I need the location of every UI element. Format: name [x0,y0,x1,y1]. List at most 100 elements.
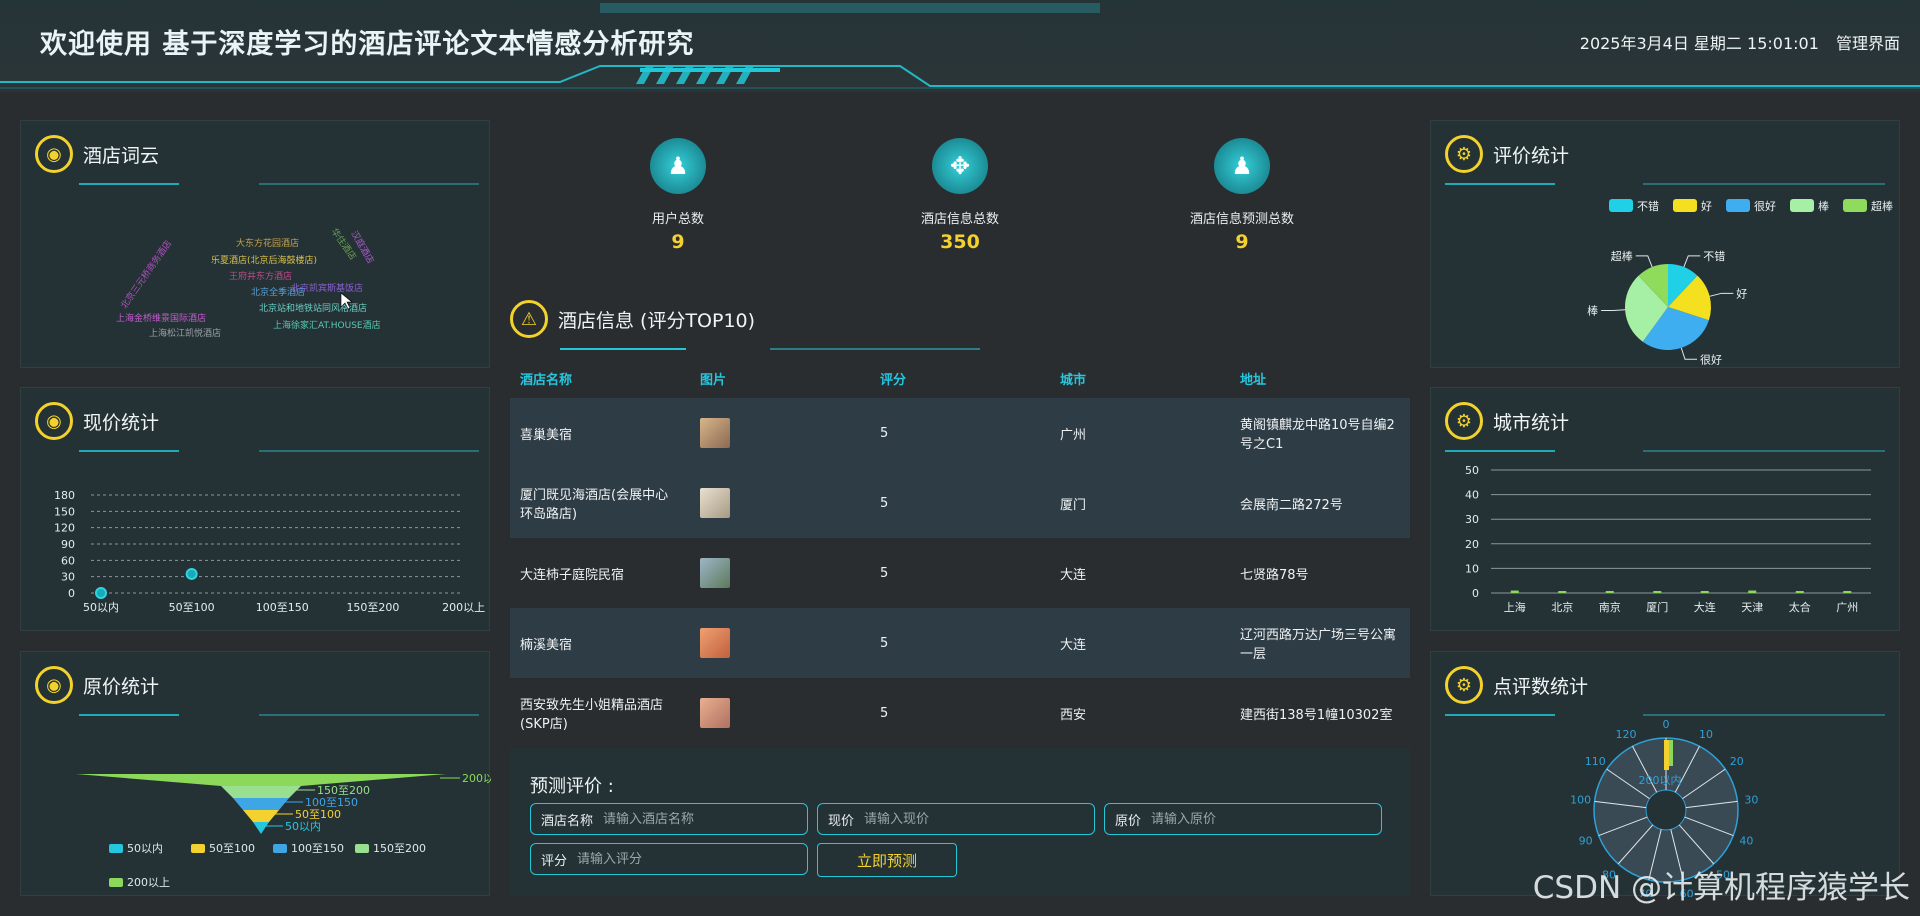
polar-angle-label: 20 [1730,755,1744,768]
hotel-thumbnail[interactable] [700,698,730,728]
stat-hotels-value: 350 [940,231,980,253]
table-row[interactable]: 大连柿子庭院民宿 5 大连 七贤路78号 [510,538,1410,608]
legend-label: 200以上 [127,876,170,889]
hotel-info-header: ⚠ 酒店信息 (评分TOP10) [510,300,755,338]
legend-label: 棒 [1818,199,1829,213]
admin-link[interactable]: 管理界面 [1836,34,1900,53]
polar-bar [1669,740,1673,766]
bar [1510,590,1519,593]
legend-label: 50以内 [127,841,163,855]
score-field: 评分 [530,843,808,875]
hotel-name: 喜巢美宿 [510,398,690,468]
predict-button[interactable]: 立即预测 [817,843,957,877]
user-icon: ♟ [1214,138,1270,194]
word-0: 大东方花园酒店 [236,237,299,249]
wordcloud-chart: 大东方花园酒店 乐夏酒店(北京后海鼓楼店) 王府井东方酒店 北京全季酒店 北京凯… [116,226,381,339]
legend-label: 超棒 [1871,199,1893,213]
legend-label: 不错 [1637,199,1659,213]
current-datetime: 2025年3月4日 星期二 15:01:01 [1579,34,1819,53]
col-image: 图片 [700,372,727,388]
legend-label: 好 [1701,199,1712,213]
original-price-panel: ◉ 原价统计 200以上150至200100至15050至10050以内50以内… [20,651,491,896]
word-6: 上海金桥维景国际酒店 [116,312,206,324]
bar [1653,591,1662,593]
hotel-address: 七贤路78号 [1240,567,1309,583]
current-price-input[interactable] [864,811,1045,827]
polar-angle-label: 90 [1579,834,1593,847]
page-title: 欢迎使用 基于深度学习的酒店评论文本情感分析研究 [40,29,695,60]
hotel-address: 会展南二路272号 [1230,468,1410,538]
score-input[interactable] [577,851,758,867]
hotel-name: 厦门既见海酒店(会展中心环岛路店) [510,468,690,538]
funnel-segment [243,810,279,822]
original-price-input[interactable] [1151,811,1332,827]
original-price-label: 原价 [1115,813,1142,829]
table-row[interactable]: 喜巢美宿 5 广州 黄阁镇麒龙中路10号自编2号之C1 [510,398,1410,468]
hotel-city: 西安 [1060,707,1087,723]
x-tick-label: 100至150 [256,601,309,614]
funnel-segment [221,786,301,798]
table-row[interactable]: 西安致先生小姐精品酒店(SKP店) 5 西安 建西街138号1幢10302室 [510,678,1410,748]
y-tick-label: 40 [1465,489,1479,502]
hotel-city: 广州 [1050,398,1230,468]
y-tick-label: 50 [1465,464,1479,477]
funnel-segment [253,822,269,834]
pie-label-line [1601,309,1626,311]
funnel-segment [76,774,446,786]
hotel-address: 黄阁镇麒龙中路10号自编2号之C1 [1230,398,1410,468]
polar-center-label: 200以内 [1639,773,1682,787]
current-price-chart: 0 30 60 90 120 150 180 50以内 50至100 100至150 150至200… [54,489,485,614]
original-price-field: 原价 [1104,803,1382,835]
review-count-chart: 0102030405060708090100110120200以内 [1570,718,1758,897]
table-row[interactable]: 厦门既见海酒店(会展中心环岛路店) 5 厦门 会展南二路272号 [510,468,1410,538]
rating-panel: ⚙ 评价统计 不错好很好棒超棒 不错好很好棒超棒 [1430,120,1900,368]
pie-label-line [1635,255,1653,268]
col-score: 评分 [880,372,907,388]
pie-label: 很好 [1700,352,1722,366]
y-tick-label: 120 [54,522,75,535]
legend-swatch [1843,199,1867,212]
bar [1795,591,1804,593]
y-tick-label: 60 [61,554,75,567]
polar-angle-label: 110 [1585,755,1606,768]
hotel-thumbnail[interactable] [700,628,730,658]
x-tick-label: 150至200 [346,601,399,614]
funnel-label: 50以内 [285,819,321,833]
y-tick-label: 150 [54,505,75,518]
stat-hotels: ✥ 酒店信息总数 350 [870,138,1050,253]
hotel-thumbnail[interactable] [700,488,730,518]
legend-swatch [1609,199,1633,212]
data-point [95,587,107,599]
polar-angle-label: 30 [1744,794,1758,807]
original-price-chart: 200以上150至200100至15050至10050以内50以内50至1001… [76,772,491,889]
legend-swatch [109,878,123,887]
hotel-thumbnail[interactable] [700,558,730,588]
word-8: 上海徐家汇AT.HOUSE酒店 [273,319,381,331]
y-tick-label: 90 [61,538,75,551]
legend-swatch [109,844,123,853]
x-tick-label: 厦门 [1646,600,1668,614]
pie-label: 好 [1736,286,1747,300]
hotel-score: 5 [870,468,1050,538]
y-tick-label: 30 [1465,513,1479,526]
word-4: 北京凯宾斯基饭店 [291,282,363,294]
hotel-address: 辽河西路万达广场三号公寓一层 [1230,608,1410,678]
hotel-name: 楠溪美宿 [510,608,690,678]
polar-inner-ring [1645,789,1687,831]
hotel-city: 厦门 [1050,468,1230,538]
hotel-score: 5 [870,398,1050,468]
hotel-thumbnail[interactable] [700,418,730,448]
hotel-city: 大连 [1060,567,1087,583]
legend-swatch [1790,199,1814,212]
top-header: 欢迎使用 基于深度学习的酒店评论文本情感分析研究 2025年3月4日 星期二 1… [0,0,1920,92]
x-tick-label: 太合 [1789,600,1811,614]
table-row[interactable]: 楠溪美宿 5 大连 辽河西路万达广场三号公寓一层 [510,608,1410,678]
y-tick-label: 0 [68,587,75,600]
pie-label: 不错 [1703,249,1725,263]
score-label: 评分 [541,853,568,869]
city-chart: 0 10 20 30 40 50 上海 北京 南京 厦门 大连 天津 太合 广州 [1465,464,1871,614]
col-address: 地址 [1240,372,1267,388]
hotel-name-input[interactable] [603,811,784,827]
bar [1748,590,1757,593]
hotel-name-label: 酒店名称 [541,813,594,829]
